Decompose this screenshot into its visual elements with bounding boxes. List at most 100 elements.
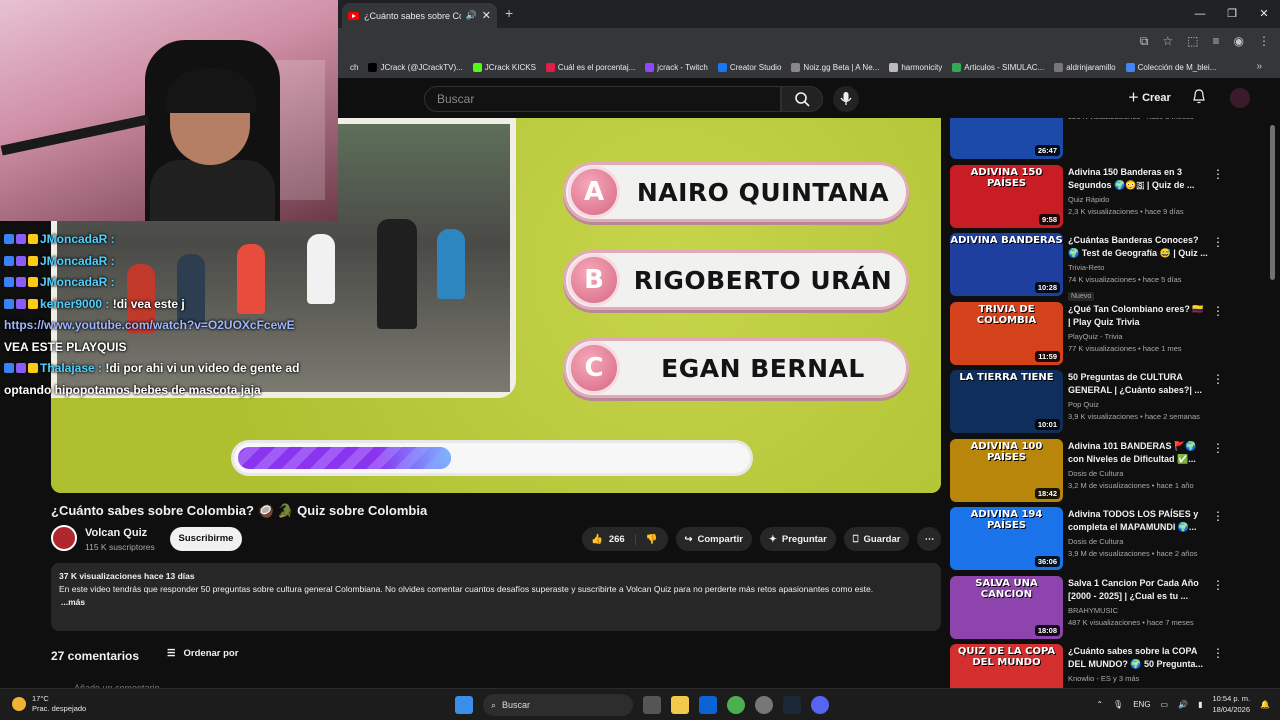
recommended-title[interactable]: Adivina TODOS LOS PAÍSES y completa el M…	[1068, 508, 1208, 534]
recommended-video[interactable]: ADIVINA 100 PAÍSES 18:42 Adivina 101 BANDE…	[950, 438, 1260, 508]
start-icon[interactable]	[455, 696, 473, 714]
more-options-icon[interactable]: ⋮	[1212, 441, 1224, 455]
bookmark-item[interactable]: Creator Studio	[717, 62, 781, 72]
battery-icon[interactable]: ▮	[1198, 700, 1202, 709]
bookmark-item[interactable]: Cuál es el porcentaj...	[545, 62, 635, 72]
recommended-video[interactable]: 150 PREGUNTAS26:47Dosis de Cultura921 K …	[950, 118, 1260, 165]
cast-icon[interactable]: ⧉	[1140, 34, 1149, 49]
steam-icon[interactable]	[783, 696, 801, 714]
tray-chevron-icon[interactable]: ⌃	[1096, 700, 1103, 709]
recommended-title[interactable]: ¿Qué Tan Colombiano eres? 🇨🇴 | Play Quiz…	[1068, 303, 1208, 329]
task-view-icon[interactable]	[643, 696, 661, 714]
ask-button[interactable]: ✦ Preguntar	[759, 527, 836, 551]
more-options-icon[interactable]: ⋮	[1212, 646, 1224, 660]
network-icon[interactable]: ▭	[1161, 700, 1169, 709]
extensions-icon[interactable]: ⬚	[1187, 34, 1198, 49]
bookmark-item[interactable]: harmonicity	[889, 62, 942, 72]
recommended-channel[interactable]: Dosis de Cultura	[1068, 536, 1208, 548]
mic-tray-icon[interactable]: 🎙	[1113, 700, 1123, 709]
sort-comments-button[interactable]: ☰ Ordenar por	[167, 648, 238, 659]
recommended-video[interactable]: ADIVINA BANDERAS 10:28 ¿Cuántas Banderas C…	[950, 233, 1260, 302]
more-description-link[interactable]: ...más	[61, 597, 85, 607]
recommended-channel[interactable]: Trivia-Reto	[1068, 262, 1208, 274]
voice-search-button[interactable]	[833, 86, 859, 112]
app-icon[interactable]	[755, 696, 773, 714]
chrome-icon[interactable]	[727, 696, 745, 714]
profile-icon[interactable]: ◉	[1234, 34, 1244, 49]
minimize-icon[interactable]: —	[1184, 0, 1216, 28]
bookmark-item[interactable]: Noiz.gg Beta | A Ne...	[791, 62, 879, 72]
subscribe-button[interactable]: Suscribirme	[170, 527, 242, 551]
file-explorer-icon[interactable]	[671, 696, 689, 714]
recommended-title[interactable]: Salva 1 Cancion Por Cada Año [2000 - 202…	[1068, 577, 1208, 603]
video-thumbnail[interactable]: ADIVINA BANDERAS 10:28	[950, 233, 1063, 296]
recommended-title[interactable]: ¿Cuántas Banderas Conoces? 🌍 Test de Geo…	[1068, 234, 1208, 260]
more-options-icon[interactable]: ⋮	[1212, 235, 1224, 249]
search-input[interactable]: Buscar	[424, 86, 781, 112]
search-button[interactable]	[781, 86, 823, 112]
recommended-video[interactable]: QUIZ DE LA COPA DEL MUNDO ¿Cuánto sabes s…	[950, 644, 1260, 688]
outlook-icon[interactable]	[699, 696, 717, 714]
recommended-channel[interactable]: Dosis de Cultura	[1068, 468, 1208, 480]
recommended-video[interactable]: ADIVINA 150 PAÍSES 9:58 Adivina 150 Bander…	[950, 164, 1260, 234]
channel-name[interactable]: Volcan Quiz	[85, 527, 147, 539]
recommended-channel[interactable]: PlayQuiz - Trivia	[1068, 331, 1208, 343]
media-icon[interactable]: ≡	[1213, 34, 1220, 49]
channel-avatar[interactable]	[51, 525, 77, 551]
restore-icon[interactable]: ❐	[1216, 0, 1248, 28]
recommended-title[interactable]: Adivina 150 Banderas en 3 Segundos 🌍😳🇸 |…	[1068, 166, 1208, 192]
more-options-icon[interactable]: ⋮	[1212, 167, 1224, 181]
video-thumbnail[interactable]: LA TIERRA TIENE 10:01	[950, 370, 1063, 433]
recommended-video[interactable]: ADIVINA 194 PAÍSES 36:06 Adivina TODOS LOS…	[950, 507, 1260, 576]
account-avatar[interactable]	[1230, 88, 1250, 108]
chat-link[interactable]: https://www.youtube.com/watch?v=O2UOXcFc…	[4, 318, 295, 332]
browser-tab[interactable]: ¿Cuánto sabes sobre Colom 🔊 ✕	[342, 3, 497, 28]
bookmark-item[interactable]: JCrack (@JCrackTV)...	[368, 62, 463, 72]
recommended-video[interactable]: TRIVIA DE COLOMBIA 11:59 ¿Qué Tan Colombia…	[950, 301, 1260, 371]
bookmark-item[interactable]: JCrack KICKS	[472, 62, 536, 72]
new-tab-icon[interactable]: +	[505, 5, 513, 21]
video-thumbnail[interactable]: ADIVINA 194 PAÍSES 36:06	[950, 507, 1063, 570]
recommended-video[interactable]: LA TIERRA TIENE 10:01 50 Preguntas de CULT…	[950, 370, 1260, 439]
bookmark-item[interactable]: ch	[338, 62, 358, 72]
video-thumbnail[interactable]: ADIVINA 150 PAÍSES 9:58	[950, 164, 1063, 228]
bookmark-item[interactable]: jcrack - Twitch	[645, 62, 708, 72]
menu-icon[interactable]: ⋮	[1258, 34, 1270, 49]
audio-icon[interactable]: 🔊	[466, 10, 477, 21]
discord-icon[interactable]	[811, 696, 829, 714]
video-thumbnail[interactable]: SALVA UNA CANCION 18:08	[950, 575, 1063, 639]
recommended-channel[interactable]: Knowlio - ES y 3 más	[1068, 673, 1208, 685]
video-thumbnail[interactable]: TRIVIA DE COLOMBIA 11:59	[950, 301, 1063, 365]
clock[interactable]: 10:54 p. m. 18/04/2026	[1212, 693, 1250, 715]
close-window-icon[interactable]: ✕	[1248, 0, 1280, 28]
recommended-video[interactable]: SALVA UNA CANCION 18:08 Salva 1 Cancion Po…	[950, 575, 1260, 645]
bookmark-star-icon[interactable]: ☆	[1162, 34, 1173, 49]
recommended-title[interactable]: 50 Preguntas de CULTURA GENERAL | ¿Cuánt…	[1068, 371, 1208, 397]
video-thumbnail[interactable]: QUIZ DE LA COPA DEL MUNDO	[950, 644, 1063, 688]
language-indicator[interactable]: ENG	[1133, 700, 1150, 709]
more-actions-button[interactable]: ⋯	[917, 527, 942, 551]
notifications-bell-icon[interactable]	[1192, 89, 1206, 105]
weather-widget[interactable]: 17°C Prac. despejado	[12, 694, 86, 714]
save-button[interactable]: ⎕ Guardar	[843, 527, 910, 551]
dislike-button[interactable]: 👎	[636, 534, 668, 545]
more-bookmarks-icon[interactable]: »	[1256, 61, 1262, 72]
close-tab-icon[interactable]: ✕	[482, 9, 491, 22]
more-options-icon[interactable]: ⋮	[1212, 578, 1224, 592]
more-options-icon[interactable]: ⋮	[1212, 509, 1224, 523]
bookmark-item[interactable]: Colección de M_blei...	[1125, 62, 1216, 72]
recommended-channel[interactable]: Pop Quiz	[1068, 399, 1208, 411]
share-button[interactable]: ↪ Compartir	[675, 527, 752, 551]
taskbar-search[interactable]: ⌕ Buscar	[483, 694, 633, 716]
recommended-channel[interactable]: Quiz Rápido	[1068, 194, 1208, 206]
notifications-icon[interactable]: 🔔	[1260, 700, 1270, 709]
scrollbar[interactable]	[1270, 125, 1275, 280]
volume-icon[interactable]: 🔊	[1178, 700, 1188, 709]
description-box[interactable]: 37 K visualizaciones hace 13 días En est…	[51, 563, 941, 631]
recommended-channel[interactable]: BRAHYMUSIC	[1068, 605, 1208, 617]
video-thumbnail[interactable]: 150 PREGUNTAS26:47	[950, 118, 1063, 159]
more-options-icon[interactable]: ⋮	[1212, 304, 1224, 318]
recommended-title[interactable]: ¿Cuánto sabes sobre la COPA DEL MUNDO? 🌍…	[1068, 645, 1208, 671]
more-options-icon[interactable]: ⋮	[1212, 372, 1224, 386]
like-button[interactable]: 👍 266	[591, 533, 636, 545]
